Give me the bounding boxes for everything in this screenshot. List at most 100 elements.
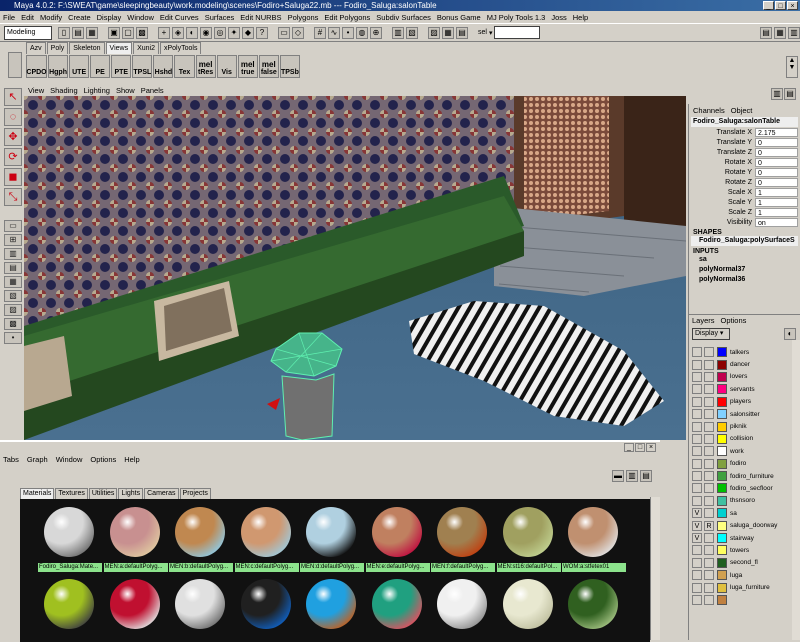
layers-menu[interactable]: Layers [692, 316, 715, 325]
layer-color-swatch[interactable] [717, 495, 727, 506]
menu-polygons[interactable]: Polygons [288, 13, 319, 22]
menu-edit-nurbs[interactable]: Edit NURBS [240, 13, 281, 22]
channel-label[interactable]: Translate Y [689, 139, 755, 146]
layer-reference-toggle[interactable] [704, 396, 714, 407]
shelf-scroll-icon[interactable]: ▲ ▼ [786, 56, 798, 78]
render-icon[interactable]: ▨ [428, 26, 440, 39]
select-object-icon[interactable]: ▢ [122, 26, 134, 39]
layer-visibility-toggle[interactable] [692, 446, 702, 457]
material-swatch[interactable] [431, 503, 495, 569]
material-label[interactable]: MEN:c:defaultPolyg... [234, 563, 299, 572]
material-swatch[interactable] [300, 575, 364, 641]
channel-value-field[interactable]: 1 [755, 197, 798, 207]
layer-reference-toggle[interactable] [704, 409, 714, 420]
layer-reference-toggle[interactable] [704, 508, 714, 519]
input-node[interactable]: polyNormal37 [689, 265, 800, 275]
layer-color-swatch[interactable] [717, 595, 727, 605]
hs-tab-textures[interactable]: Textures [55, 488, 88, 499]
panel-menu-lighting[interactable]: Lighting [84, 86, 110, 95]
highlight-selection-icon[interactable]: ◇ [292, 26, 304, 39]
layer-visibility-toggle[interactable]: V [692, 533, 702, 544]
channel-label[interactable]: Scale Z [689, 209, 755, 216]
snap-point-icon[interactable]: • [342, 26, 354, 39]
layer-row[interactable]: talkers [689, 346, 800, 358]
shelf-tab-xuni2[interactable]: Xuni2 [133, 42, 159, 54]
shelf-button-true[interactable]: mel true [237, 55, 258, 78]
shelf-button-ute[interactable]: UTE [69, 55, 90, 78]
layer-reference-toggle[interactable] [704, 557, 714, 568]
layer-reference-toggle[interactable] [704, 421, 714, 432]
layer-color-swatch[interactable] [717, 409, 727, 420]
hs-menu-tabs[interactable]: Tabs [3, 455, 19, 464]
layer-row[interactable]: servants [689, 383, 800, 395]
menu-create[interactable]: Create [68, 13, 91, 22]
layer-color-swatch[interactable] [717, 557, 727, 568]
shelf-button-vis[interactable]: Vis [216, 55, 237, 78]
shelf-button-tpsb[interactable]: TPSb [279, 55, 300, 78]
hs-menu-window[interactable]: Window [56, 455, 83, 464]
layer-visibility-toggle[interactable] [692, 582, 702, 593]
material-label[interactable]: MEN:st16:defaultPol... [496, 563, 561, 572]
layout-persp-graph-icon[interactable]: ▦ [4, 276, 22, 288]
material-label[interactable]: MEN:f:defaultPolyg... [431, 563, 495, 572]
sel-dropdown-icon[interactable]: ▾ [489, 29, 493, 37]
panel-menu-shading[interactable]: Shading [50, 86, 78, 95]
layer-color-swatch[interactable] [717, 446, 727, 457]
mask-misc-icon[interactable]: ? [256, 26, 268, 39]
layer-visibility-toggle[interactable] [692, 595, 702, 605]
material-label[interactable]: WOM:a:stfetex01 [562, 563, 626, 572]
hs-menu-graph[interactable]: Graph [27, 455, 48, 464]
render-globals-icon[interactable]: ▤ [456, 26, 468, 39]
close-button[interactable]: × [787, 1, 798, 10]
material-label[interactable]: MEN:a:defaultPolyg... [103, 563, 168, 572]
select-component-icon[interactable]: ▩ [136, 26, 148, 39]
construction-history-icon[interactable]: ▧ [406, 26, 418, 39]
layer-color-swatch[interactable] [717, 582, 727, 593]
layer-visibility-toggle[interactable]: V [692, 520, 702, 531]
layer-color-swatch[interactable] [717, 483, 727, 494]
layer-color-swatch[interactable] [717, 396, 727, 407]
menu-edit-polygons[interactable]: Edit Polygons [324, 13, 370, 22]
hs-close-button[interactable]: × [646, 443, 656, 452]
hs-tab-lights[interactable]: Lights [118, 488, 144, 499]
layer-reference-toggle[interactable] [704, 495, 714, 506]
panel-menu-show[interactable]: Show [116, 86, 135, 95]
shelf-button-hshd[interactable]: Hshd [153, 55, 174, 78]
material-swatch[interactable] [235, 575, 299, 641]
layout-custom-icon[interactable]: ▩ [4, 318, 22, 330]
layer-row[interactable]: thsnsoro [689, 495, 800, 507]
layer-color-swatch[interactable] [717, 384, 727, 395]
maximize-button[interactable]: □ [775, 1, 786, 10]
hs-tab-materials[interactable]: Materials [20, 488, 55, 499]
layer-color-swatch[interactable] [717, 545, 727, 556]
channel-value-field[interactable]: 0 [755, 137, 798, 147]
channel-label[interactable]: Translate X [689, 129, 755, 136]
channel-label[interactable]: Rotate X [689, 159, 755, 166]
shelf-tab-poly[interactable]: Poly [46, 42, 69, 54]
layer-row[interactable] [689, 594, 800, 606]
open-scene-icon[interactable]: ▤ [72, 26, 84, 39]
material-swatch[interactable] [38, 575, 102, 641]
shelf-button-pte[interactable]: PTE [111, 55, 132, 78]
shelf-button-tres[interactable]: mel tRes [195, 55, 216, 78]
material-swatch[interactable] [235, 503, 299, 569]
material-swatch[interactable] [104, 503, 168, 569]
layer-row[interactable]: luga [689, 569, 800, 581]
layout-more-icon[interactable]: • [4, 332, 22, 344]
layer-visibility-toggle[interactable] [692, 471, 702, 482]
material-swatch[interactable] [366, 575, 430, 641]
layer-color-swatch[interactable] [717, 458, 727, 469]
menu-edit[interactable]: Edit [21, 13, 34, 22]
hs-tab-cameras[interactable]: Cameras [144, 488, 179, 499]
layer-visibility-toggle[interactable] [692, 433, 702, 444]
sel-input[interactable] [494, 26, 541, 39]
shelf-button-tpsl[interactable]: TPSL [132, 55, 153, 78]
shelf-tab-views[interactable]: Views [105, 42, 133, 54]
channel-label[interactable]: Rotate Y [689, 169, 755, 176]
layer-reference-toggle[interactable] [704, 471, 714, 482]
layer-visibility-toggle[interactable] [692, 483, 702, 494]
channel-value-field[interactable]: 0 [755, 167, 798, 177]
shelf-menu-icon[interactable] [8, 52, 22, 78]
hypershade-scrollbar[interactable] [650, 497, 660, 640]
layer-reference-toggle[interactable] [704, 371, 714, 382]
